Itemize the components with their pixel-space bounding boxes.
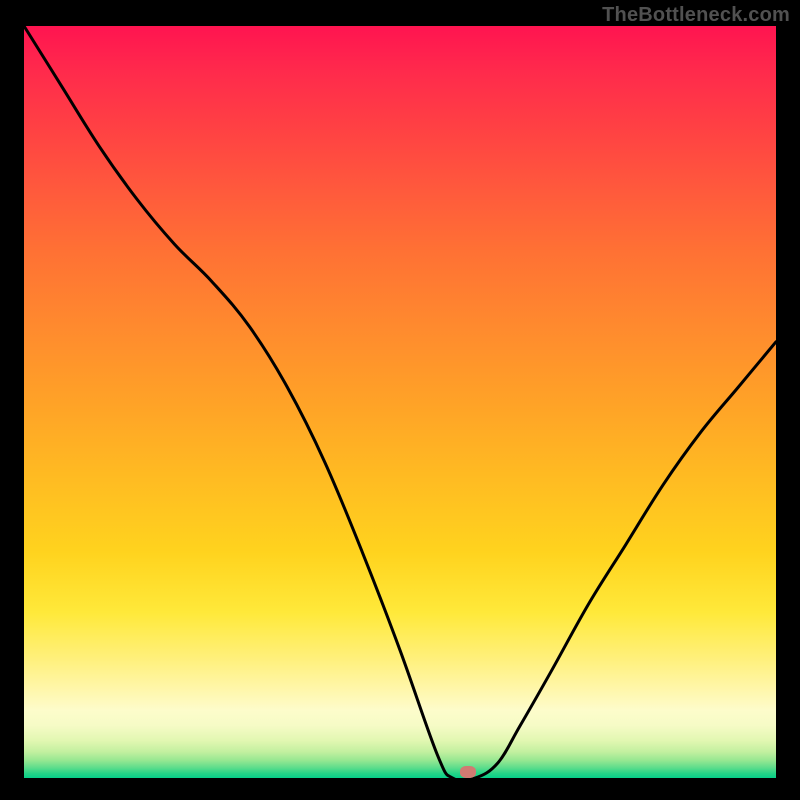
chart-container: TheBottleneck.com [0, 0, 800, 800]
plot-area [24, 26, 776, 778]
optimum-marker [460, 766, 476, 778]
watermark-text: TheBottleneck.com [602, 4, 790, 27]
curve-svg [24, 26, 776, 778]
bottleneck-curve [24, 26, 776, 781]
